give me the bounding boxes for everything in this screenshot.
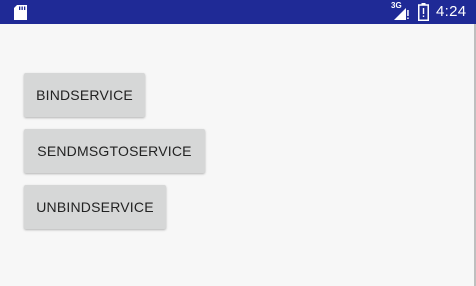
activity-content: BINDSERVICE SENDMSGTOSERVICE UNBINDSERVI…: [0, 24, 476, 286]
status-clock: 4:24: [436, 3, 467, 20]
unbind-service-button[interactable]: UNBINDSERVICE: [24, 185, 166, 229]
signal-icon: [394, 8, 409, 20]
status-bar: 3G 4:24: [0, 0, 476, 24]
bind-service-button[interactable]: BINDSERVICE: [24, 73, 145, 117]
sd-card-icon: [14, 5, 27, 20]
battery-icon: [418, 3, 429, 21]
send-msg-to-service-button[interactable]: SENDMSGTOSERVICE: [24, 129, 205, 173]
